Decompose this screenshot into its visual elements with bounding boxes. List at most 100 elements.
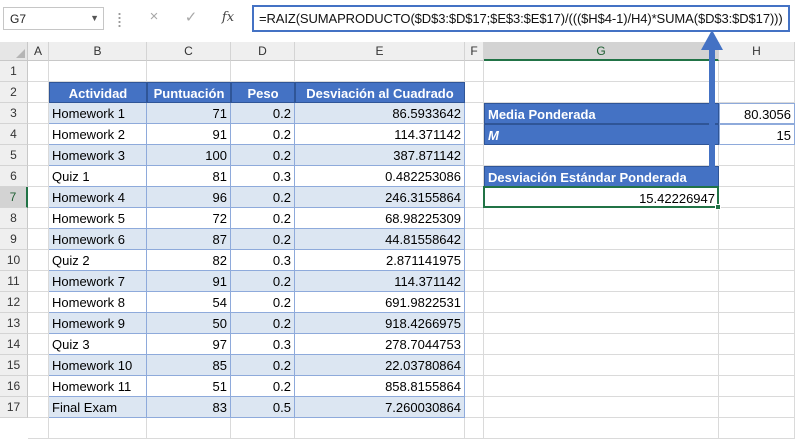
activity-cell[interactable]: Homework 9 [49, 313, 147, 334]
m-label[interactable]: M [484, 124, 719, 145]
table-cell[interactable]: 278.7044753 [295, 334, 465, 355]
select-all-corner[interactable] [0, 42, 28, 61]
table-cell[interactable]: 114.371142 [295, 124, 465, 145]
table-cell[interactable]: 858.8155864 [295, 376, 465, 397]
table-cell[interactable]: 0.2 [231, 355, 295, 376]
table-cell[interactable]: 87 [147, 229, 231, 250]
weighted-std-value[interactable]: 15.42226947 [484, 187, 719, 208]
table-cell[interactable]: 100 [147, 145, 231, 166]
activity-cell[interactable]: Homework 3 [49, 145, 147, 166]
table-cell[interactable]: 114.371142 [295, 271, 465, 292]
table-cell[interactable]: 71 [147, 103, 231, 124]
fill-handle[interactable] [715, 204, 721, 210]
table-cell[interactable]: 96 [147, 187, 231, 208]
table-header-cell[interactable]: Peso [231, 82, 295, 103]
table-cell[interactable]: 72 [147, 208, 231, 229]
table-header-cell[interactable]: Puntuación [147, 82, 231, 103]
row-header-7[interactable]: 7 [0, 187, 28, 208]
column-header-e[interactable]: E [295, 42, 465, 61]
enter-icon[interactable]: ✓ [180, 8, 202, 28]
table-cell[interactable]: 387.871142 [295, 145, 465, 166]
table-cell[interactable]: 0.2 [231, 124, 295, 145]
activity-cell[interactable]: Homework 6 [49, 229, 147, 250]
row-header-16[interactable]: 16 [0, 376, 28, 397]
row-header-15[interactable]: 15 [0, 355, 28, 376]
table-cell[interactable]: 2.871141975 [295, 250, 465, 271]
table-header-cell[interactable]: Actividad [49, 82, 147, 103]
activity-cell[interactable]: Final Exam [49, 397, 147, 418]
row-header-12[interactable]: 12 [0, 292, 28, 313]
weighted-std-label[interactable]: Desviación Estándar Ponderada [484, 166, 719, 187]
row-header-10[interactable]: 10 [0, 250, 28, 271]
column-header-g[interactable]: G [484, 42, 719, 61]
activity-cell[interactable]: Homework 8 [49, 292, 147, 313]
table-cell[interactable]: 97 [147, 334, 231, 355]
table-cell[interactable]: 0.482253086 [295, 166, 465, 187]
row-header-2[interactable]: 2 [0, 82, 28, 103]
table-cell[interactable]: 0.2 [231, 187, 295, 208]
formula-input[interactable]: =RAIZ(SUMAPRODUCTO($D$3:$D$17;$E$3:$E$17… [252, 5, 790, 32]
table-cell[interactable]: 0.3 [231, 250, 295, 271]
m-value[interactable]: 15 [719, 124, 795, 145]
row-header-17[interactable]: 17 [0, 397, 28, 418]
table-cell[interactable]: 68.98225309 [295, 208, 465, 229]
cancel-icon[interactable]: × [143, 8, 165, 28]
table-cell[interactable]: 0.2 [231, 229, 295, 250]
activity-cell[interactable]: Quiz 1 [49, 166, 147, 187]
row-header-5[interactable]: 5 [0, 145, 28, 166]
table-cell[interactable]: 918.4266975 [295, 313, 465, 334]
table-cell[interactable]: 0.2 [231, 145, 295, 166]
row-header-14[interactable]: 14 [0, 334, 28, 355]
activity-cell[interactable]: Homework 4 [49, 187, 147, 208]
activity-cell[interactable]: Homework 1 [49, 103, 147, 124]
table-cell[interactable]: 0.2 [231, 103, 295, 124]
row-header-9[interactable]: 9 [0, 229, 28, 250]
column-header-b[interactable]: B [49, 42, 147, 61]
table-cell[interactable]: 7.260030864 [295, 397, 465, 418]
table-header-cell[interactable]: Desviación al Cuadrado [295, 82, 465, 103]
chevron-down-icon[interactable]: ▼ [90, 13, 99, 23]
table-cell[interactable]: 0.2 [231, 292, 295, 313]
table-cell[interactable]: 44.81558642 [295, 229, 465, 250]
table-cell[interactable]: 81 [147, 166, 231, 187]
column-header-a[interactable]: A [28, 42, 49, 61]
table-cell[interactable]: 86.5933642 [295, 103, 465, 124]
table-cell[interactable]: 246.3155864 [295, 187, 465, 208]
table-cell[interactable]: 0.3 [231, 334, 295, 355]
activity-cell[interactable]: Homework 11 [49, 376, 147, 397]
activity-cell[interactable]: Homework 2 [49, 124, 147, 145]
row-header-8[interactable]: 8 [0, 208, 28, 229]
table-cell[interactable]: 0.2 [231, 313, 295, 334]
name-box[interactable]: G7 ▼ [3, 7, 104, 30]
row-header-4[interactable]: 4 [0, 124, 28, 145]
row-header-3[interactable]: 3 [0, 103, 28, 124]
column-header-h[interactable]: H [719, 42, 795, 61]
activity-cell[interactable]: Homework 5 [49, 208, 147, 229]
row-header-11[interactable]: 11 [0, 271, 28, 292]
weighted-mean-value[interactable]: 80.3056 [719, 103, 795, 124]
column-header-c[interactable]: C [147, 42, 231, 61]
table-cell[interactable]: 83 [147, 397, 231, 418]
activity-cell[interactable]: Homework 7 [49, 271, 147, 292]
row-header-13[interactable]: 13 [0, 313, 28, 334]
table-cell[interactable]: 0.5 [231, 397, 295, 418]
column-header-f[interactable]: F [465, 42, 484, 61]
activity-cell[interactable]: Homework 10 [49, 355, 147, 376]
table-cell[interactable]: 51 [147, 376, 231, 397]
table-cell[interactable]: 82 [147, 250, 231, 271]
table-cell[interactable]: 0.3 [231, 166, 295, 187]
table-cell[interactable]: 0.2 [231, 271, 295, 292]
table-cell[interactable]: 91 [147, 271, 231, 292]
table-cell[interactable]: 54 [147, 292, 231, 313]
weighted-mean-label[interactable]: Media Ponderada [484, 103, 719, 124]
activity-cell[interactable]: Quiz 2 [49, 250, 147, 271]
table-cell[interactable]: 50 [147, 313, 231, 334]
table-cell[interactable]: 85 [147, 355, 231, 376]
table-cell[interactable]: 0.2 [231, 376, 295, 397]
table-cell[interactable]: 691.9822531 [295, 292, 465, 313]
table-cell[interactable]: 91 [147, 124, 231, 145]
table-cell[interactable]: 22.03780864 [295, 355, 465, 376]
activity-cell[interactable]: Quiz 3 [49, 334, 147, 355]
row-header-1[interactable]: 1 [0, 61, 28, 82]
table-cell[interactable]: 0.2 [231, 208, 295, 229]
